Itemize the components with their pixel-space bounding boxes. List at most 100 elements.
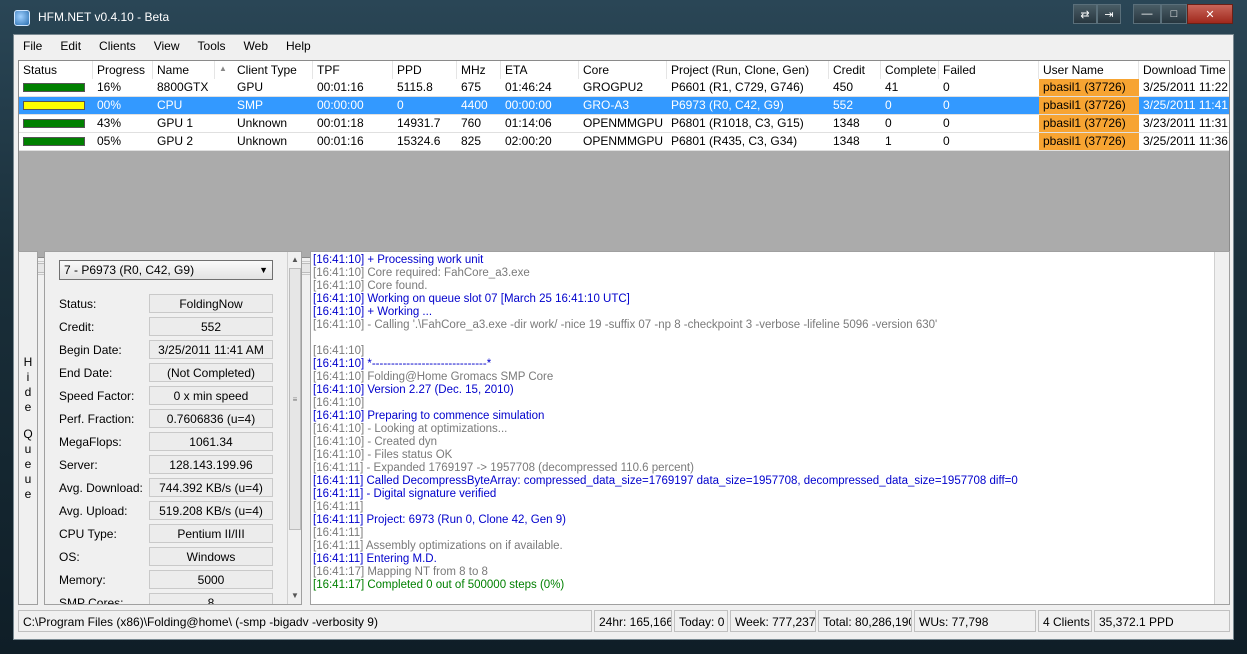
status-week: Week: 777,237 [730, 610, 816, 632]
menu-view[interactable]: View [145, 35, 189, 57]
status-clients: 4 Clients [1038, 610, 1092, 632]
cell-name: CPU [157, 98, 183, 112]
queue-field: SMP Cores: 8 [59, 593, 275, 604]
scroll-down-icon[interactable]: ▼ [288, 590, 301, 602]
column-header-complete[interactable]: Complete [881, 61, 939, 79]
column-header-name[interactable]: Name [153, 61, 215, 79]
column-header-failed[interactable]: Failed [939, 61, 1039, 79]
menu-tools[interactable]: Tools [189, 35, 235, 57]
status-today: Today: 0 [674, 610, 728, 632]
cell-core: OPENMMGPU [583, 134, 664, 148]
queue-field-value: 744.392 KB/s (u=4) [149, 478, 273, 497]
log-line: [16:41:10] Folding@Home Gromacs SMP Core [313, 371, 554, 383]
log-vertical-scrollbar[interactable] [1214, 252, 1229, 604]
log-panel[interactable]: [16:41:10] + Processing work unit [16:41:… [310, 251, 1230, 605]
cell-eta: 00:00:00 [505, 98, 552, 112]
column-header-status[interactable]: Status [19, 61, 93, 79]
hide-queue-letter: u [24, 441, 32, 456]
log-line: [16:41:10] + Processing work unit [313, 254, 484, 266]
title-bar[interactable]: HFM.NET v0.4.10 - Beta ⇄ ⇥ — □ ✕ [0, 0, 1247, 34]
chevron-down-icon: ▼ [259, 265, 268, 275]
cell-failed: 0 [943, 134, 950, 148]
menu-file[interactable]: File [14, 35, 51, 57]
maximize-button[interactable]: □ [1161, 4, 1187, 24]
cell-tpf: 00:00:00 [317, 98, 364, 112]
menu-clients[interactable]: Clients [90, 35, 145, 57]
cell-project: P6801 (R435, C3, G34) [671, 134, 798, 148]
cell-client-type: Unknown [237, 116, 288, 130]
log-line: [16:41:10] Working on queue slot 07 [Mar… [313, 293, 630, 305]
hide-queue-letter: i [26, 369, 30, 384]
queue-field-value: 1061.34 [149, 432, 273, 451]
column-header-download-time[interactable]: Download Time [1139, 61, 1229, 79]
cell-progress: 16% [97, 80, 122, 94]
status-path: C:\Program Files (x86)\Folding@home\ (-s… [18, 610, 592, 632]
table-row[interactable]: 05% GPU 2 Unknown 00:01:16 15324.6 825 02:00:2… [19, 133, 1229, 151]
queue-field: Server: 128.143.199.96 [59, 455, 275, 476]
cell-client-type: SMP [237, 98, 264, 112]
minimize-button[interactable]: — [1133, 4, 1161, 24]
log-line: [16:41:11] [313, 527, 364, 539]
queue-field-label: Memory: [59, 573, 106, 587]
scroll-thumb[interactable]: ≡ [289, 268, 301, 530]
table-row[interactable]: 00% CPU SMP 00:00:00 0 4400 00:00:00 GRO-A3 P697… [19, 97, 1229, 115]
log-line: [16:41:10] Core found. [313, 280, 428, 292]
column-header-credit[interactable]: Credit [829, 61, 881, 79]
menu-edit[interactable]: Edit [51, 35, 90, 57]
cell-user: pbasil1 (37726) [1039, 115, 1139, 132]
table-row[interactable]: 43% GPU 1 Unknown 00:01:18 14931.7 760 01:14:0… [19, 115, 1230, 133]
cell-eta: 01:46:24 [505, 80, 552, 94]
column-header-mhz[interactable]: MHz [457, 61, 501, 79]
cell-mhz: 825 [461, 134, 482, 148]
table-row[interactable]: 16% 8800GTX GPU 00:01:16 5115.8 675 01:46:24 GR… [19, 79, 1229, 97]
queue-field-label: CPU Type: [59, 527, 117, 541]
column-header-client-type[interactable]: Client Type [233, 61, 313, 79]
status-ppd: 35,372.1 PPD [1094, 610, 1230, 632]
cell-progress: 43% [97, 116, 122, 130]
cell-core: GROGPU2 [583, 80, 644, 94]
queue-field-label: MegaFlops: [59, 435, 122, 449]
menu-help[interactable]: Help [277, 35, 320, 57]
status-indicator [23, 83, 85, 92]
cell-client-type: Unknown [237, 134, 288, 148]
queue-field: Avg. Upload: 519.208 KB/s (u=4) [59, 501, 275, 522]
hide-queue-button[interactable]: H i d e Q u e u e [18, 251, 38, 605]
log-line: [16:41:10] - Created dyn [313, 436, 438, 448]
hide-queue-letter: Q [23, 426, 33, 441]
queue-select-value: 7 - P6973 (R0, C42, G9) [64, 263, 195, 277]
log-line: [16:41:17] Mapping NT from 8 to 8 [313, 566, 488, 578]
cell-ppd: 14931.7 [397, 116, 441, 130]
column-header-ppd[interactable]: PPD [393, 61, 457, 79]
queue-field-label: Perf. Fraction: [59, 412, 135, 426]
queue-panel: 7 - P6973 (R0, C42, G9) ▼ Status: Folding… [44, 251, 302, 605]
column-header-user-name[interactable]: User Name [1039, 61, 1139, 79]
column-header-eta[interactable]: ETA [501, 61, 579, 79]
log-line: [16:41:10] Core required: FahCore_a3.exe [313, 267, 530, 279]
queue-field: OS: Windows [59, 547, 275, 568]
menu-web[interactable]: Web [235, 35, 277, 57]
queue-field-label: Begin Date: [59, 343, 122, 357]
cell-name: 8800GTX [157, 80, 209, 94]
restore-icon[interactable]: ⇄ [1073, 4, 1097, 24]
scroll-up-icon[interactable]: ▲ [288, 254, 301, 266]
close-button[interactable]: ✕ [1187, 4, 1233, 24]
clients-grid[interactable]: Status Progress Name ▲ Client Type TPF P… [18, 60, 1230, 258]
column-header-tpf[interactable]: TPF [313, 61, 393, 79]
cell-failed: 0 [943, 80, 950, 94]
cell-project: P6801 (R1018, C3, G15) [671, 116, 804, 130]
status-indicator [23, 101, 85, 110]
log-line: [16:41:11] - Digital signature verified [313, 488, 497, 500]
cell-user: pbasil1 (37726) [1039, 97, 1139, 114]
status-indicator [23, 119, 85, 128]
cell-client-type: GPU [237, 80, 264, 94]
cell-download: 3/23/2011 11:31... [1143, 116, 1230, 130]
column-header-progress[interactable]: Progress [93, 61, 153, 79]
queue-vertical-scrollbar[interactable]: ▲ ≡ ▼ [287, 252, 301, 604]
queue-field: End Date: (Not Completed) [59, 363, 275, 384]
tofront-icon[interactable]: ⇥ [1097, 4, 1121, 24]
cell-core: OPENMMGPU [583, 116, 664, 130]
column-header-core[interactable]: Core [579, 61, 667, 79]
queue-select[interactable]: 7 - P6973 (R0, C42, G9) ▼ [59, 260, 273, 280]
queue-field-label: Status: [59, 297, 97, 311]
column-header-project[interactable]: Project (Run, Clone, Gen) [667, 61, 829, 79]
